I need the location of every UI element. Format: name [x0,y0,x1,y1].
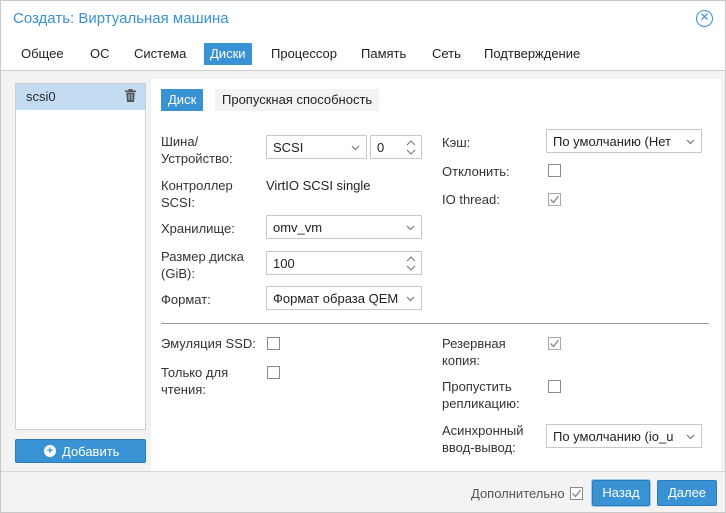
chevron-down-icon [406,225,415,231]
disk-name: scsi0 [26,89,56,104]
ssd-emulation-label: Эмуляция SSD: [161,336,256,351]
backup-label: Резервная копия: [442,336,506,368]
tab-confirm[interactable]: Подтверждение [478,43,586,65]
async-io-select[interactable]: По умолчанию (io_u [546,424,702,448]
ssd-emulation-checkbox[interactable] [267,337,280,350]
iothread-checkbox[interactable] [548,193,561,206]
disk-list: scsi0 [15,83,146,430]
advanced-label: Дополнительно [471,486,565,501]
dialog-title: Создать: Виртуальная машина [13,10,229,27]
tab-disks[interactable]: Диски [204,43,252,65]
dialog-footer: Дополнительно Назад Далее [1,471,725,512]
add-disk-button[interactable]: + Добавить [15,439,146,463]
tab-cpu[interactable]: Процессор [265,43,343,65]
bus-label: Шина/Устройство: [161,134,233,166]
tab-system[interactable]: Система [128,43,192,65]
wizard-tabbar: Общее ОС Система Диски Процессор Память … [1,37,725,71]
cache-label: Кэш: [442,135,471,150]
format-label: Формат: [161,292,211,307]
async-io-label: Асинхронный ввод-вывод: [442,423,524,455]
checkmark-icon [550,195,560,204]
trash-icon[interactable] [125,89,136,102]
storage-label: Хранилище: [161,221,235,236]
checkmark-icon [572,489,582,498]
device-number-stepper[interactable]: 0 [370,135,422,159]
storage-select[interactable]: omv_vm [266,215,422,239]
disk-list-panel: scsi0 + Добавить [9,79,147,471]
tab-general[interactable]: Общее [15,43,70,65]
subtab-disk[interactable]: Диск [161,89,204,111]
tab-memory[interactable]: Память [355,43,412,65]
close-icon[interactable]: ✕ [696,10,713,27]
tab-os[interactable]: ОС [84,43,116,65]
controller-value: VirtIO SCSI single [266,178,371,193]
skip-replication-checkbox[interactable] [548,380,561,393]
disk-settings-panel: Диск Пропускная способность Шина/Устройс… [151,79,721,471]
spinner-arrows-icon[interactable] [406,255,416,272]
format-select[interactable]: Формат образа QEM [266,286,422,310]
advanced-checkbox[interactable] [570,487,583,500]
readonly-checkbox[interactable] [267,366,280,379]
back-button[interactable]: Назад [592,480,650,506]
backup-checkbox[interactable] [548,337,561,350]
bus-select[interactable]: SCSI [266,135,367,159]
section-divider [161,323,709,324]
cache-select[interactable]: По умолчанию (Нет [546,129,702,153]
dialog-titlebar: Создать: Виртуальная машина ✕ [1,1,725,37]
disk-size-stepper[interactable]: 100 [266,251,422,275]
spinner-arrows-icon[interactable] [406,139,416,156]
controller-label: Контроллер SCSI: [161,178,233,210]
readonly-label: Только для чтения: [161,365,229,397]
tab-network[interactable]: Сеть [426,43,467,65]
disk-list-item[interactable]: scsi0 [16,84,145,110]
next-button[interactable]: Далее [657,480,717,506]
chevron-down-icon [351,145,360,151]
discard-label: Отклонить: [442,164,510,179]
chevron-down-icon [406,296,415,302]
chevron-down-icon [686,434,695,440]
add-disk-label: Добавить [62,444,120,459]
iothread-label: IO thread: [442,192,500,207]
discard-checkbox[interactable] [548,164,561,177]
create-vm-dialog: Создать: Виртуальная машина ✕ Общее ОС С… [0,0,726,513]
plus-circle-icon: + [44,445,56,457]
disk-size-label: Размер диска (GiB): [161,249,244,281]
skip-replication-label: Пропустить репликацию: [442,379,520,411]
subtab-bandwidth[interactable]: Пропускная способность [215,89,380,111]
checkmark-icon [550,339,560,348]
chevron-down-icon [686,139,695,145]
